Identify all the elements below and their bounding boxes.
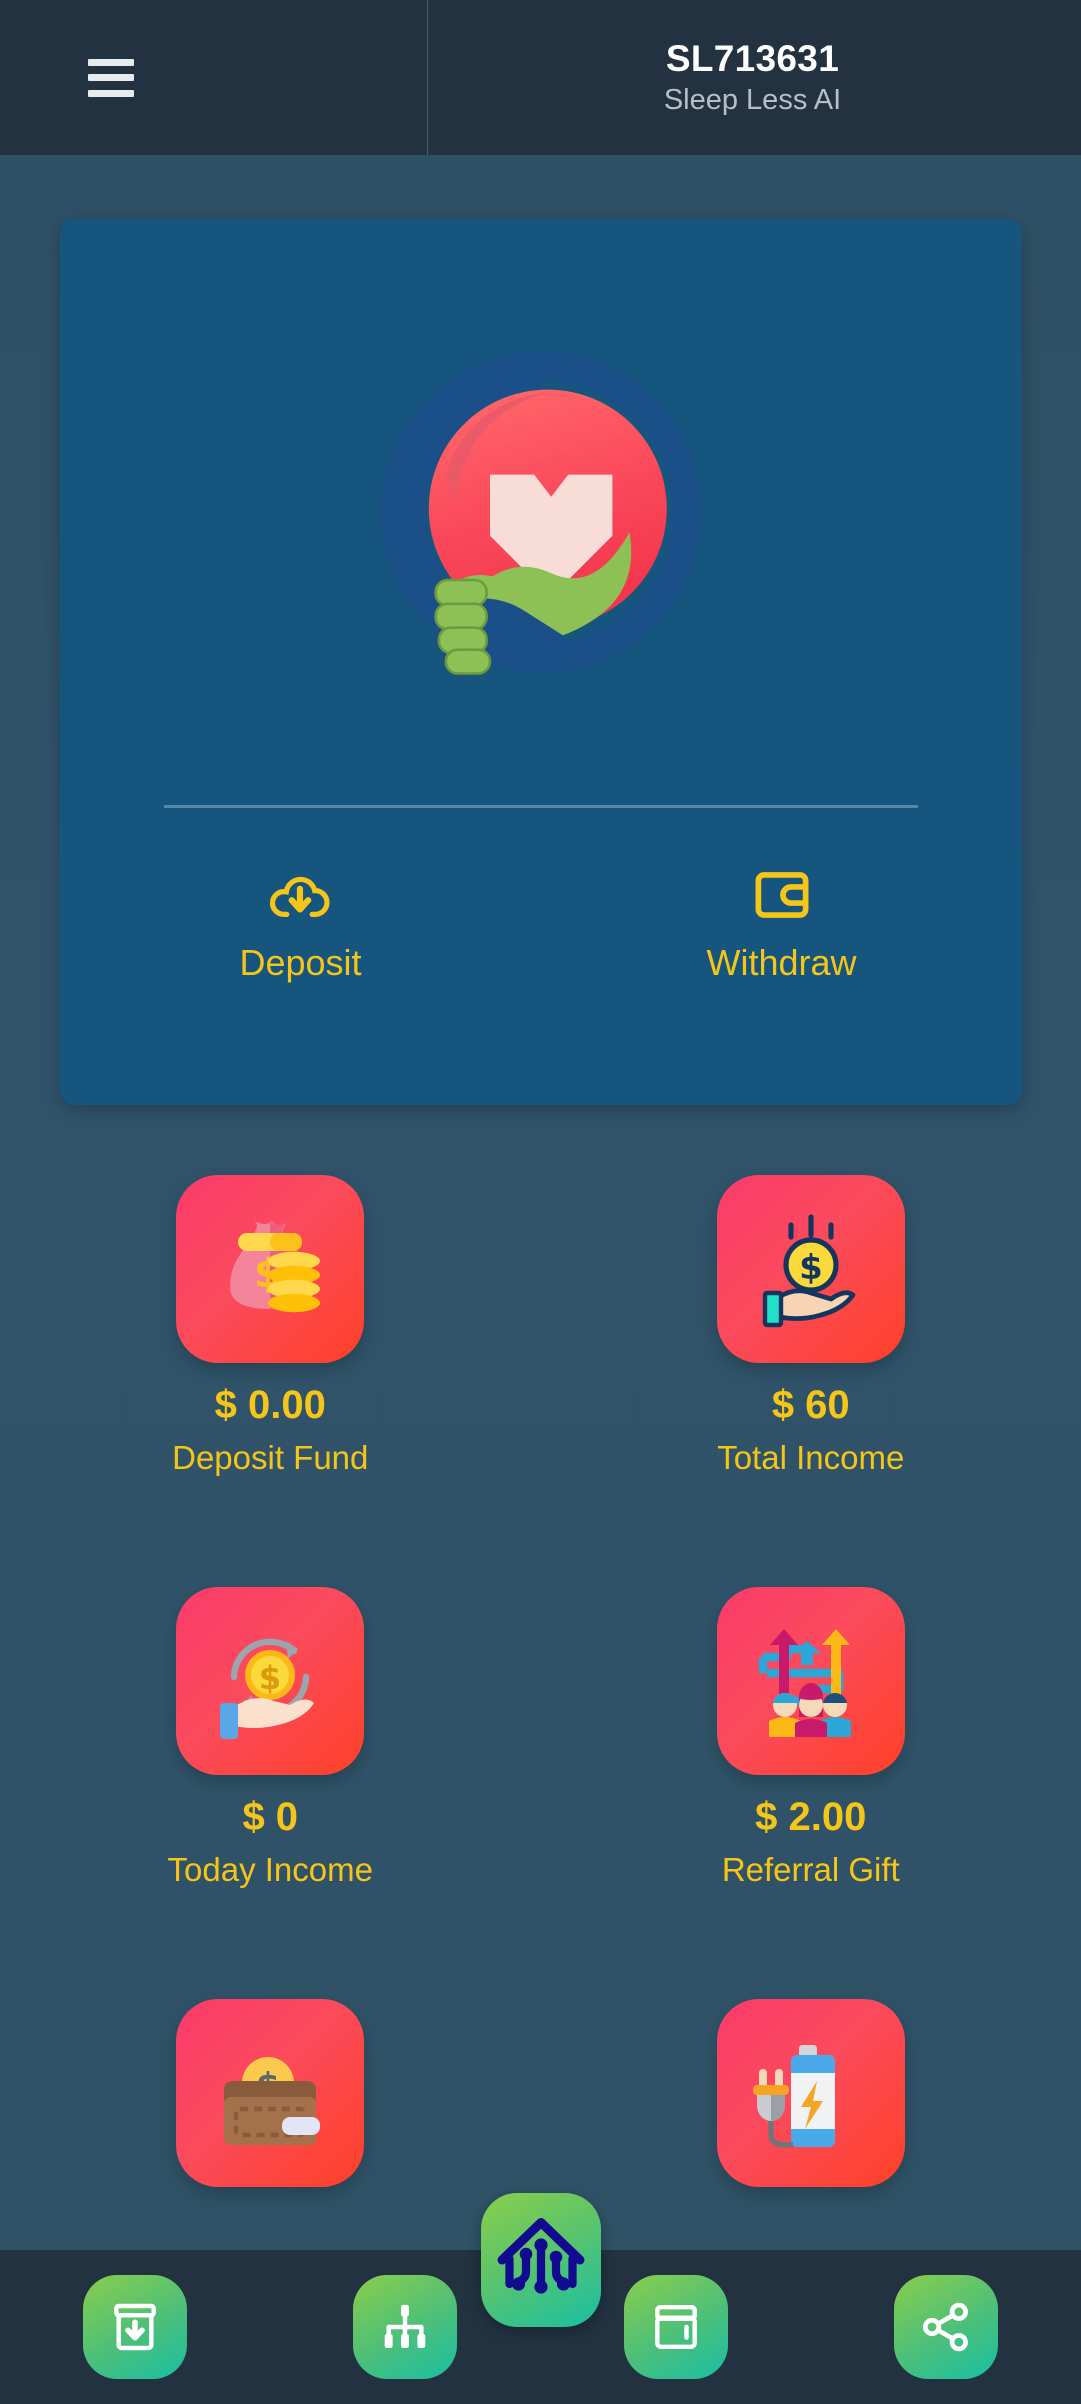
hand-recycle-coin-icon: $ xyxy=(176,1587,365,1775)
stat-tile-total-income[interactable]: $ $ 60 Total Income xyxy=(541,1175,1081,1474)
money-bag-coins-icon: $ xyxy=(176,1175,365,1363)
card-actions: Deposit Withdraw xyxy=(60,829,1022,1029)
app-name: Sleep Less AI xyxy=(663,84,842,116)
nav-share-button[interactable] xyxy=(893,2275,998,2379)
brand-logo-container xyxy=(60,219,1022,805)
app-screen: SL713631 Sleep Less AI Deposit Withdraw … xyxy=(0,0,1081,2404)
stat-value: $ 0.00 xyxy=(214,1383,326,1427)
stat-label: Referral Gift xyxy=(721,1851,900,1888)
stats-grid: $ $ 0.00 Deposit Fund $ $ 60 Total Incom… xyxy=(0,1175,1081,2225)
wallet-nav-icon xyxy=(654,2304,697,2350)
stat-value: $ 0 xyxy=(242,1795,299,1839)
card-divider xyxy=(164,805,918,808)
share-nodes-icon xyxy=(922,2302,968,2352)
header-account-section[interactable]: SL713631 Sleep Less AI xyxy=(428,0,1081,155)
stat-label: Total Income xyxy=(717,1439,905,1476)
stat-label: Deposit Fund xyxy=(172,1439,369,1476)
bottom-navigation-bar xyxy=(0,2193,1081,2404)
nav-home-button[interactable] xyxy=(480,2193,601,2327)
app-header: SL713631 Sleep Less AI xyxy=(0,0,1081,155)
stat-tile-battery[interactable] xyxy=(541,1999,1081,2225)
account-id: SL713631 xyxy=(665,38,840,79)
balance-card: Deposit Withdraw xyxy=(60,219,1022,1105)
header-left-section xyxy=(0,0,427,155)
home-circuit-logo-icon xyxy=(497,2218,584,2294)
stat-value: $ 60 xyxy=(771,1383,850,1427)
nav-deposit-button[interactable] xyxy=(83,2275,188,2379)
hands-holding-heart-logo xyxy=(380,351,702,675)
referral-people-network-icon xyxy=(716,1587,905,1775)
deposit-label: Deposit xyxy=(239,942,362,983)
wallet-icon xyxy=(755,872,808,918)
hamburger-bar xyxy=(88,89,134,97)
withdraw-label: Withdraw xyxy=(706,942,857,983)
nav-wallet-button[interactable] xyxy=(623,2275,728,2379)
svg-text:$: $ xyxy=(799,1248,823,1288)
stat-value: $ 2.00 xyxy=(755,1795,867,1839)
stat-tile-wallet[interactable]: $ xyxy=(0,1999,541,2225)
withdraw-button[interactable]: Withdraw xyxy=(541,829,1022,1029)
archive-download-icon xyxy=(114,2303,157,2351)
stat-tile-today-income[interactable]: $ $ 0 Today Income xyxy=(0,1587,541,1886)
cloud-download-icon xyxy=(269,876,330,917)
stat-tile-referral-gift[interactable]: $ 2.00 Referral Gift xyxy=(541,1587,1081,1886)
deposit-button[interactable]: Deposit xyxy=(60,829,541,1029)
svg-text:$: $ xyxy=(259,1659,281,1697)
hamburger-bar xyxy=(88,74,134,81)
stat-tile-deposit-fund[interactable]: $ $ 0.00 Deposit Fund xyxy=(0,1175,541,1474)
hand-dollar-coin-icon: $ xyxy=(716,1175,905,1363)
stat-label: Today Income xyxy=(167,1851,373,1888)
wallet-coin-icon: $ xyxy=(176,1999,365,2187)
nav-team-button[interactable] xyxy=(353,2275,458,2379)
hamburger-menu-icon[interactable] xyxy=(88,58,134,97)
team-hierarchy-icon xyxy=(385,2304,426,2348)
hamburger-bar xyxy=(88,58,134,66)
battery-charging-plug-icon xyxy=(716,1999,905,2187)
